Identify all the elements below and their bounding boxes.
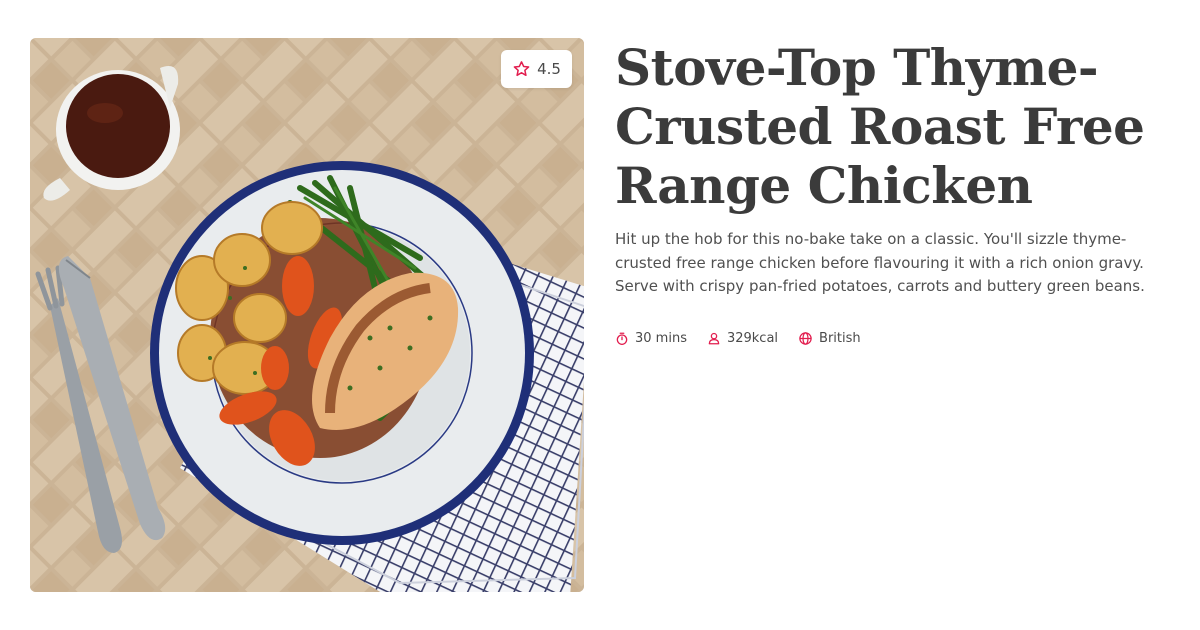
meta-time-label: 30 mins [635, 331, 687, 346]
star-outline-icon [513, 61, 530, 77]
meta-calories-label: 329kcal [726, 331, 779, 346]
meta-cuisine: British [798, 331, 861, 346]
recipe-image[interactable] [30, 38, 584, 592]
meta-cuisine-label: British [819, 331, 861, 346]
meta-time: 30 mins [615, 331, 687, 346]
recipe-meta: 30 mins 329kcal British [615, 331, 861, 346]
person-icon [708, 332, 720, 345]
recipe-title[interactable]: Stove-Top Thyme-Crusted Roast Free Range… [615, 38, 1175, 215]
globe-icon [799, 332, 812, 345]
rating-value: 4.5 [537, 60, 561, 78]
recipe-card[interactable]: 4.5 Stove-Top Thyme-Crusted Roast Free R… [0, 0, 1200, 630]
stopwatch-icon [616, 332, 628, 345]
recipe-photo-illustration [30, 38, 584, 592]
meta-calories: 329kcal [707, 331, 778, 346]
rating-badge[interactable]: 4.5 [501, 50, 572, 88]
recipe-description: Hit up the hob for this no-bake take on … [615, 230, 1145, 295]
